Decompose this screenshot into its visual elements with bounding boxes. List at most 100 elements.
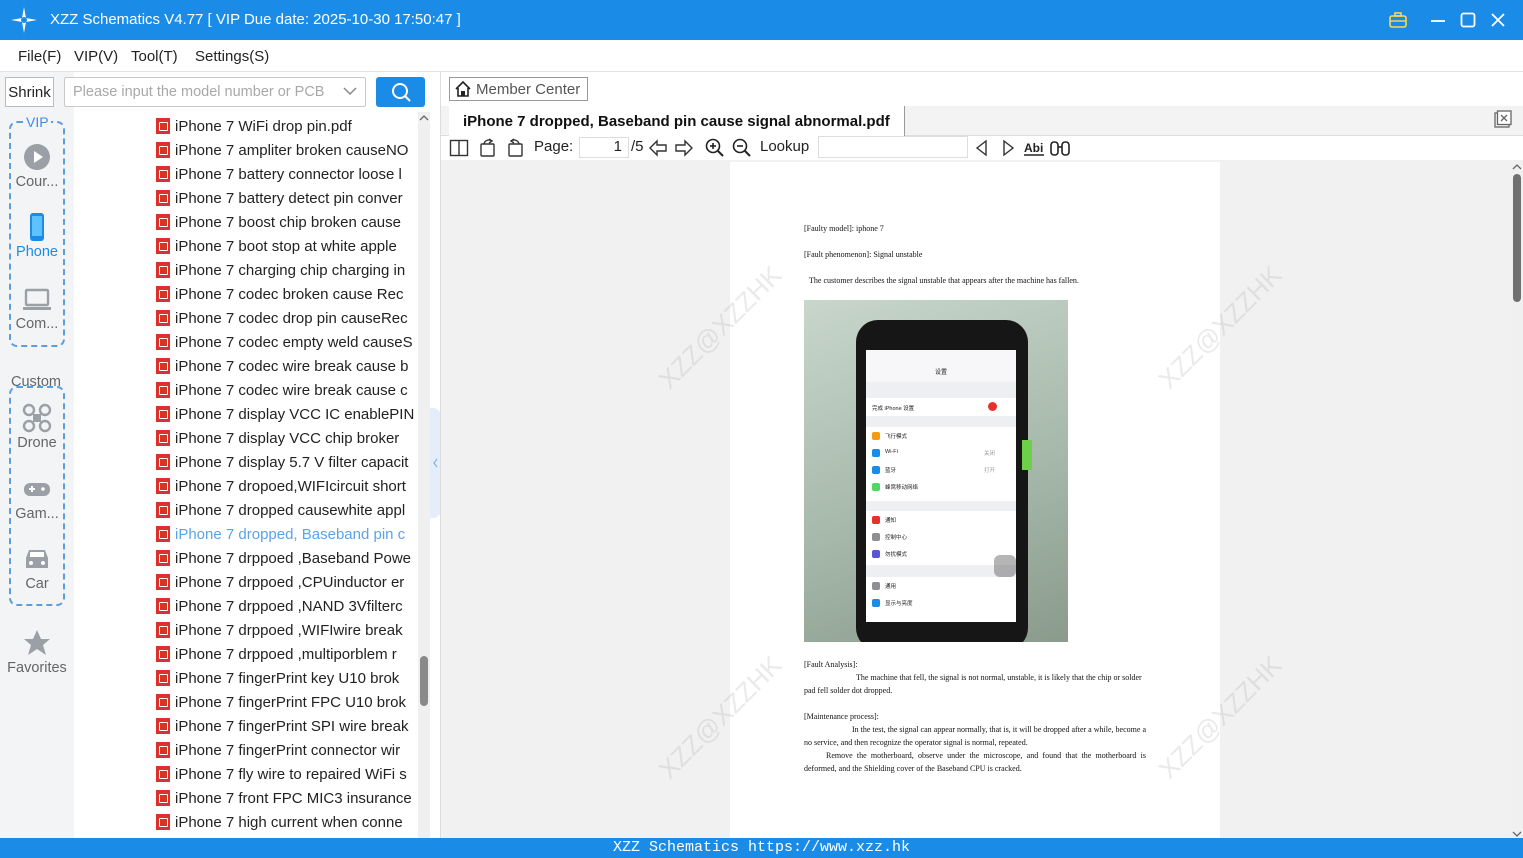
zoom-in-icon[interactable]: [705, 138, 725, 158]
nav-courses[interactable]: Cour...: [4, 142, 70, 190]
watermark: XZZ@XZZHK: [1152, 649, 1288, 785]
file-list-item[interactable]: iPhone 7 codec drop pin causeRec: [156, 306, 408, 330]
document-tab[interactable]: iPhone 7 dropped, Baseband pin cause sig…: [449, 106, 905, 136]
rotate-right-icon[interactable]: [505, 138, 525, 158]
file-list-item[interactable]: iPhone 7 front FPC MIC3 insurance: [156, 786, 412, 810]
file-list-item[interactable]: iPhone 7 drppoed ,WIFIwire break: [156, 618, 403, 642]
file-name: iPhone 7 drppoed ,Baseband Powe: [175, 549, 412, 567]
file-list-item[interactable]: iPhone 7 display VCC chip broker: [156, 426, 399, 450]
shrink-button[interactable]: Shrink: [5, 77, 54, 107]
file-list-item[interactable]: iPhone 7 fingerPrint key U10 brok: [156, 666, 399, 690]
file-name: iPhone 7 boost chip broken cause: [175, 213, 401, 231]
next-page-icon[interactable]: [674, 138, 694, 158]
settings-row-label: 蜂窝移动网络: [885, 485, 919, 491]
file-list-item[interactable]: iPhone 7 codec wire break cause b: [156, 354, 408, 378]
scroll-up-icon[interactable]: [419, 114, 429, 122]
menu-vip[interactable]: VIP(V): [74, 48, 118, 65]
previous-page-icon[interactable]: [648, 138, 668, 158]
menu-file[interactable]: File(F): [18, 48, 61, 65]
file-list-item[interactable]: iPhone 7 codec wire break cause c: [156, 378, 408, 402]
file-list-item[interactable]: iPhone 7 drppoed ,CPUinductor er: [156, 570, 404, 594]
file-list-item[interactable]: iPhone 7 display 5.7 V filter capacit: [156, 450, 408, 474]
pdf-file-icon: [156, 742, 170, 758]
file-list-item[interactable]: iPhone 7 codec broken cause Rec: [156, 282, 403, 306]
file-list-item[interactable]: iPhone 7 boot stop at white apple: [156, 234, 397, 258]
file-list-item[interactable]: iPhone 7 WiFi drop pin.pdf: [156, 114, 352, 138]
nav-car[interactable]: Car: [4, 544, 70, 592]
close-button[interactable]: [1486, 8, 1510, 32]
file-list-scroll-thumb[interactable]: [420, 656, 428, 706]
settings-row-value: 打开: [984, 468, 996, 474]
lookup-input[interactable]: [818, 136, 968, 158]
search-button[interactable]: [376, 77, 425, 107]
file-list-item[interactable]: iPhone 7 fingerPrint connector wir: [156, 738, 400, 762]
file-list-item[interactable]: iPhone 7 drppoed ,multiporblem r: [156, 642, 397, 666]
nav-games[interactable]: Gam...: [4, 474, 70, 522]
settings-row-label: 勿扰模式: [885, 552, 908, 558]
find-next-icon[interactable]: [998, 138, 1018, 158]
find-previous-icon[interactable]: [972, 138, 992, 158]
file-name: iPhone 7 battery detect pin conver: [175, 189, 403, 207]
settings-row-icon: [872, 466, 880, 474]
search-icon: [391, 83, 411, 102]
file-list-item[interactable]: iPhone 7 drppoed ,NAND 3Vfilterc: [156, 594, 403, 618]
file-list-item[interactable]: iPhone 7 charging chip charging in: [156, 258, 405, 282]
settings-row-icon: [872, 599, 880, 607]
menu-tool[interactable]: Tool(T): [131, 48, 178, 65]
nav-favorites[interactable]: Favorites: [4, 628, 70, 676]
viewer-scrollbar[interactable]: [1511, 160, 1523, 838]
minimize-button[interactable]: [1426, 8, 1450, 32]
menu-settings[interactable]: Settings(S): [195, 48, 269, 65]
file-list-item[interactable]: iPhone 7 dropped causewhite appl: [156, 498, 405, 522]
nav-phone[interactable]: Phone: [4, 212, 70, 260]
match-case-icon[interactable]: Abi: [1024, 138, 1044, 158]
zoom-out-icon[interactable]: [732, 138, 752, 158]
file-name: iPhone 7 fingerPrint SPI wire break: [175, 717, 409, 735]
file-list-item[interactable]: iPhone 7 battery detect pin conver: [156, 186, 403, 210]
pdf-file-icon: [156, 550, 170, 566]
file-list-item[interactable]: iPhone 7 dropoed,WIFIcircuit short: [156, 474, 406, 498]
search-input[interactable]: Please input the model number or PCB: [64, 77, 366, 107]
viewer-scroll-thumb[interactable]: [1513, 174, 1521, 302]
page-number-input[interactable]: 1: [579, 137, 629, 158]
file-name: iPhone 7 codec broken cause Rec: [175, 285, 404, 303]
chevron-down-icon[interactable]: [343, 86, 357, 96]
svg-text:Abi: Abi: [1024, 141, 1043, 155]
file-name: iPhone 7 codec drop pin causeRec: [175, 309, 408, 327]
maximize-button[interactable]: [1456, 8, 1480, 32]
pdf-file-icon: [156, 622, 170, 638]
file-list-item[interactable]: iPhone 7 high current when conne: [156, 810, 403, 834]
close-tab-icon[interactable]: [1494, 110, 1512, 128]
split-view-icon[interactable]: [449, 138, 469, 158]
file-list-scrollbar[interactable]: [418, 112, 430, 838]
file-list-item[interactable]: iPhone 7 display VCC IC enablePIN: [156, 402, 414, 426]
file-list-item[interactable]: iPhone 7 fingerPrint SPI wire break: [156, 714, 408, 738]
file-list-item[interactable]: iPhone 7 ampliter broken causeNO: [156, 138, 408, 162]
file-list-item[interactable]: iPhone 7 boost chip broken cause: [156, 210, 401, 234]
member-center-button[interactable]: Member Center: [449, 77, 588, 101]
nav-computer[interactable]: Com...: [4, 284, 70, 332]
vip-caption: VIP: [24, 114, 51, 130]
vip-briefcase-icon[interactable]: [1386, 8, 1410, 32]
pdf-viewer[interactable]: [Faulty model]: iphone 7 [Fault phenomen…: [441, 160, 1511, 838]
fault-analysis-heading: [Fault Analysis]:: [804, 660, 858, 669]
car-icon: [26, 550, 48, 568]
file-list-item[interactable]: iPhone 7 codec empty weld causeS: [156, 330, 413, 354]
file-name: iPhone 7 fingerPrint key U10 brok: [175, 669, 400, 687]
file-list-item[interactable]: iPhone 7 fly wire to repaired WiFi s: [156, 762, 407, 786]
pdf-file-icon: [156, 670, 170, 686]
scroll-down-icon[interactable]: [1512, 830, 1522, 838]
window-title: XZZ Schematics V4.77 [ VIP Due date: 202…: [50, 11, 461, 28]
file-list-item[interactable]: iPhone 7 fingerPrint FPC U10 brok: [156, 690, 406, 714]
file-name: iPhone 7 battery connector loose l: [175, 165, 402, 183]
nav-drone[interactable]: Drone: [4, 403, 70, 451]
fault-analysis-text: The machine that fell, the signal is not…: [804, 673, 1142, 695]
find-all-icon[interactable]: [1050, 138, 1070, 158]
file-name: iPhone 7 dropoed,WIFIcircuit short: [175, 477, 406, 495]
nav-games-label: Gam...: [15, 506, 59, 522]
file-list-item[interactable]: iPhone 7 dropped, Baseband pin c: [156, 522, 405, 546]
scroll-up-icon[interactable]: [1512, 163, 1522, 171]
file-list-item[interactable]: iPhone 7 drppoed ,Baseband Powe: [156, 546, 411, 570]
rotate-left-icon[interactable]: [478, 138, 498, 158]
file-list-item[interactable]: iPhone 7 battery connector loose l: [156, 162, 402, 186]
